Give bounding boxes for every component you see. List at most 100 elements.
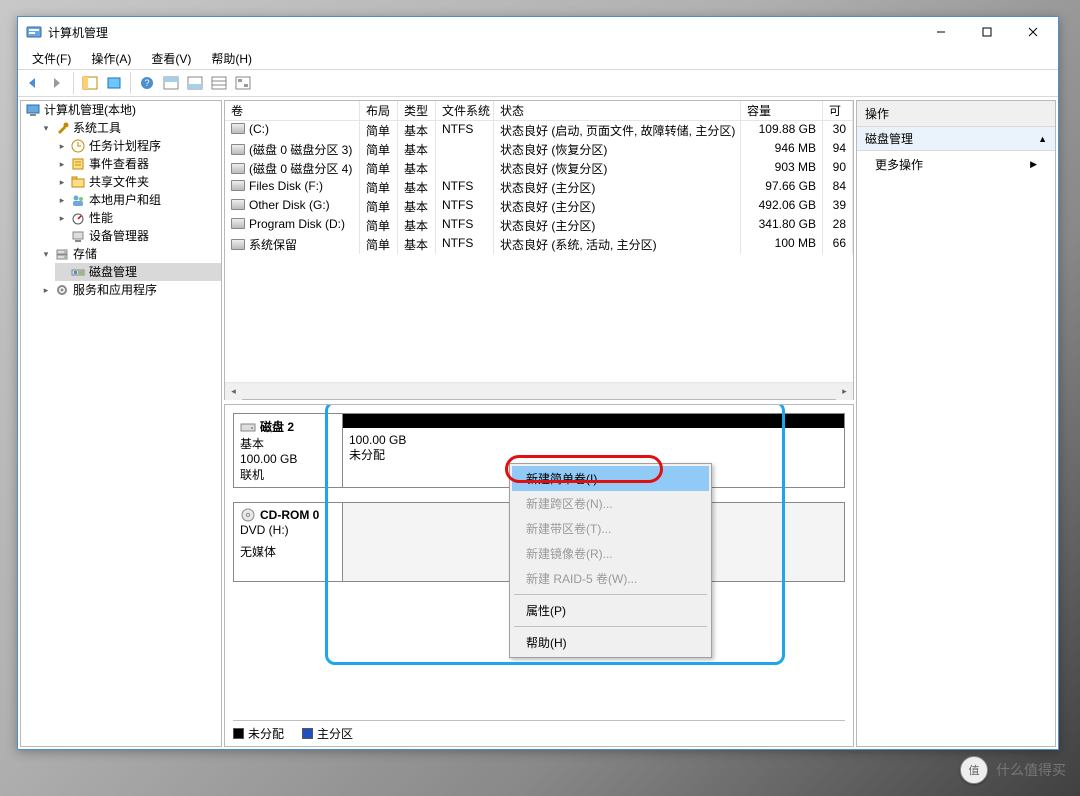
nav-forward-button[interactable]: [46, 72, 68, 94]
tree-event-viewer[interactable]: ▸事件查看器: [55, 155, 221, 173]
col-capacity[interactable]: 容量: [741, 101, 823, 120]
tree-local-users[interactable]: ▸本地用户和组: [55, 191, 221, 209]
volume-list-header[interactable]: 卷 布局 类型 文件系统 状态 容量 可: [225, 101, 853, 121]
ctx-properties[interactable]: 属性(P): [512, 598, 709, 623]
clock-icon: [70, 138, 86, 154]
svg-text:?: ?: [144, 78, 149, 88]
caret-right-icon: ▸: [57, 195, 67, 205]
volume-icon: [231, 144, 245, 155]
menu-view[interactable]: 查看(V): [141, 48, 201, 69]
nav-back-button[interactable]: [22, 72, 44, 94]
disk-mgmt-icon: [70, 264, 86, 280]
properties-button[interactable]: [103, 72, 125, 94]
col-free[interactable]: 可: [823, 101, 853, 120]
disk-icon: [240, 419, 256, 435]
disk-graphical-panel: 磁盘 2 基本 100.00 GB 联机 100.00 GB 未分配: [224, 404, 854, 747]
ctx-new-striped-volume: 新建带区卷(T)...: [512, 516, 709, 541]
tree-task-scheduler[interactable]: ▸任务计划程序: [55, 137, 221, 155]
col-type[interactable]: 类型: [398, 101, 436, 120]
volume-icon: [231, 199, 245, 210]
volume-row[interactable]: Other Disk (G:)简单基本NTFS状态良好 (主分区)492.06 …: [225, 197, 853, 216]
ctx-help[interactable]: 帮助(H): [512, 630, 709, 655]
volume-row[interactable]: Program Disk (D:)简单基本NTFS状态良好 (主分区)341.8…: [225, 216, 853, 235]
minimize-button[interactable]: [918, 18, 964, 46]
content-area: 计算机管理(本地) ▾系统工具 ▸任务计划程序 ▸事件查看器 ▸共享文件夹 ▸本…: [18, 97, 1058, 749]
maximize-button[interactable]: [964, 18, 1010, 46]
svg-text:值: 值: [969, 764, 980, 777]
actions-panel: 操作 磁盘管理 ▲ 更多操作 ▶: [856, 100, 1056, 747]
toolbar: ?: [18, 69, 1058, 97]
tree-root[interactable]: 计算机管理(本地): [23, 101, 221, 119]
help-button[interactable]: ?: [136, 72, 158, 94]
view-bottom-button[interactable]: [184, 72, 206, 94]
menu-help[interactable]: 帮助(H): [201, 48, 262, 69]
tools-icon: [54, 120, 70, 136]
tree-system-tools[interactable]: ▾系统工具: [39, 119, 221, 137]
submenu-icon: ▶: [1030, 159, 1037, 170]
main-panel: 卷 布局 类型 文件系统 状态 容量 可 (C:)简单基本NTFS状态良好 (启…: [224, 100, 854, 747]
caret-right-icon: ▸: [41, 285, 51, 295]
scroll-left-button[interactable]: ◂: [225, 383, 242, 400]
view-list-button[interactable]: [208, 72, 230, 94]
caret-down-icon: ▾: [41, 249, 51, 259]
tree-performance[interactable]: ▸性能: [55, 209, 221, 227]
actions-more[interactable]: 更多操作 ▶: [857, 151, 1055, 178]
caret-right-icon: ▸: [57, 177, 67, 187]
tree-services[interactable]: ▸服务和应用程序: [39, 281, 221, 299]
menu-file[interactable]: 文件(F): [22, 48, 81, 69]
actions-header: 操作: [857, 101, 1055, 127]
col-layout[interactable]: 布局: [360, 101, 398, 120]
menubar: 文件(F) 操作(A) 查看(V) 帮助(H): [18, 47, 1058, 69]
show-hide-tree-button[interactable]: [79, 72, 101, 94]
volume-icon: [231, 123, 245, 134]
ctx-new-mirror-volume: 新建镜像卷(R)...: [512, 541, 709, 566]
computer-management-window: 计算机管理 文件(F) 操作(A) 查看(V) 帮助(H) ?: [17, 16, 1059, 750]
titlebar[interactable]: 计算机管理: [18, 17, 1058, 47]
scroll-right-button[interactable]: ▸: [836, 383, 853, 400]
ctx-new-raid5-volume: 新建 RAID-5 卷(W)...: [512, 566, 709, 591]
close-button[interactable]: [1010, 18, 1056, 46]
volume-row[interactable]: (磁盘 0 磁盘分区 4)简单基本状态良好 (恢复分区)903 MB90: [225, 159, 853, 178]
menu-separator: [514, 594, 707, 595]
volume-row[interactable]: (磁盘 0 磁盘分区 3)简单基本状态良好 (恢复分区)946 MB94: [225, 140, 853, 159]
users-icon: [70, 192, 86, 208]
computer-icon: [25, 102, 41, 118]
app-icon: [26, 24, 42, 40]
col-status[interactable]: 状态: [494, 101, 741, 120]
cdrom-icon: [240, 507, 256, 523]
watermark: 值 什么值得买: [960, 756, 1066, 784]
tree-shared-folders[interactable]: ▸共享文件夹: [55, 173, 221, 191]
ctx-new-spanned-volume: 新建跨区卷(N)...: [512, 491, 709, 516]
event-log-icon: [70, 156, 86, 172]
tree-disk-management[interactable]: ▸磁盘管理: [55, 263, 221, 281]
horizontal-scrollbar[interactable]: ◂ ▸: [225, 382, 853, 399]
navigation-tree[interactable]: 计算机管理(本地) ▾系统工具 ▸任务计划程序 ▸事件查看器 ▸共享文件夹 ▸本…: [20, 100, 222, 747]
ctx-new-simple-volume[interactable]: 新建简单卷(I)...: [512, 466, 709, 491]
cdrom-info[interactable]: CD-ROM 0 DVD (H:) 无媒体: [233, 502, 343, 582]
services-icon: [54, 282, 70, 298]
volume-row[interactable]: Files Disk (F:)简单基本NTFS状态良好 (主分区)97.66 G…: [225, 178, 853, 197]
view-top-button[interactable]: [160, 72, 182, 94]
disk2-info[interactable]: 磁盘 2 基本 100.00 GB 联机: [233, 413, 343, 488]
tree-storage[interactable]: ▾存储: [39, 245, 221, 263]
caret-right-icon: ▸: [57, 141, 67, 151]
volume-row[interactable]: 系统保留简单基本NTFS状态良好 (系统, 活动, 主分区)100 MB66: [225, 235, 853, 254]
volume-icon: [231, 218, 245, 229]
col-volume[interactable]: 卷: [225, 101, 360, 120]
settings-button[interactable]: [232, 72, 254, 94]
collapse-icon[interactable]: ▲: [1038, 134, 1047, 144]
menu-action[interactable]: 操作(A): [81, 48, 141, 69]
caret-down-icon: ▾: [41, 123, 51, 133]
volume-list-body[interactable]: (C:)简单基本NTFS状态良好 (启动, 页面文件, 故障转储, 主分区)10…: [225, 121, 853, 382]
legend-primary: 主分区: [302, 725, 353, 742]
menu-separator: [514, 626, 707, 627]
tree-device-manager[interactable]: ▸设备管理器: [55, 227, 221, 245]
volume-row[interactable]: (C:)简单基本NTFS状态良好 (启动, 页面文件, 故障转储, 主分区)10…: [225, 121, 853, 140]
window-title: 计算机管理: [48, 24, 108, 41]
volume-icon: [231, 180, 245, 191]
storage-icon: [54, 246, 70, 262]
col-fs[interactable]: 文件系统: [436, 101, 494, 120]
volume-icon: [231, 163, 245, 174]
actions-section[interactable]: 磁盘管理 ▲: [857, 127, 1055, 151]
context-menu: 新建简单卷(I)... 新建跨区卷(N)... 新建带区卷(T)... 新建镜像…: [509, 463, 712, 658]
